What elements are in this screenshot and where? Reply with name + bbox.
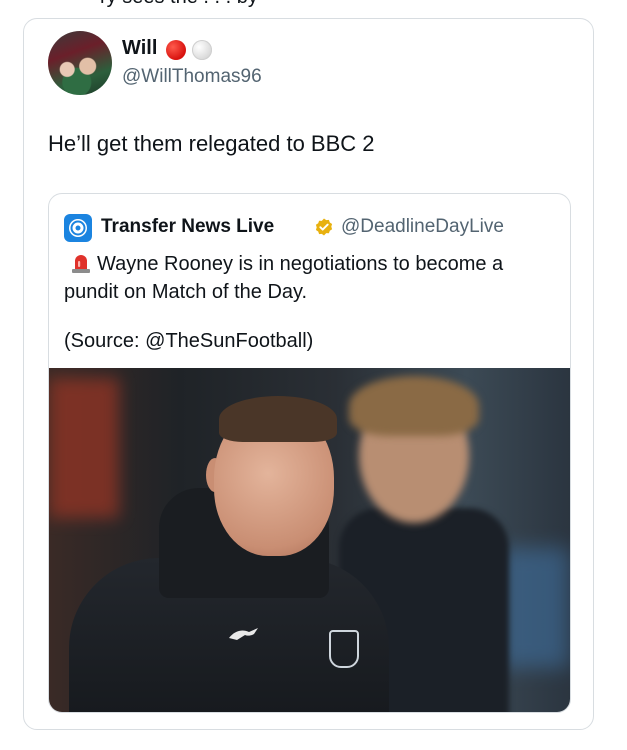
tweet-card[interactable]: Will @WillThomas96 He’ll get them relega…: [23, 18, 594, 730]
quoted-tweet-text: Wayne Rooney is in negotiations to becom…: [64, 250, 560, 306]
background-blur-red: [49, 378, 119, 518]
quoted-tweet-source: (Source: @TheSunFootball): [64, 330, 314, 352]
quoted-handle[interactable]: @DeadlineDayLive: [341, 216, 504, 238]
person-hair: [219, 396, 337, 442]
quoted-tweet-body: Wayne Rooney is in negotiations to becom…: [64, 253, 504, 303]
display-name[interactable]: Will: [122, 37, 157, 60]
jacket-logo-icon: [229, 628, 258, 640]
avatar[interactable]: [48, 31, 112, 95]
quoted-tweet-card[interactable]: Transfer News Live @DeadlineDayLive Wayn…: [48, 193, 571, 713]
background-person-hair: [349, 376, 479, 436]
tweet-text: He’ll get them relegated to BBC 2: [48, 131, 375, 156]
user-handle[interactable]: @WillThomas96: [122, 66, 262, 88]
white-circle-icon: [192, 40, 212, 60]
red-circle-icon: [166, 40, 186, 60]
background-blur-blue: [499, 548, 569, 668]
quoted-display-name[interactable]: Transfer News Live: [101, 216, 274, 238]
verified-badge-icon: [315, 218, 333, 236]
cropped-top-text: ry sees the . . . by: [100, 0, 258, 9]
media-photo[interactable]: [49, 368, 570, 712]
soccer-ball-icon: [69, 219, 87, 237]
club-crest-icon: [329, 630, 359, 668]
quoted-avatar[interactable]: [64, 214, 92, 242]
